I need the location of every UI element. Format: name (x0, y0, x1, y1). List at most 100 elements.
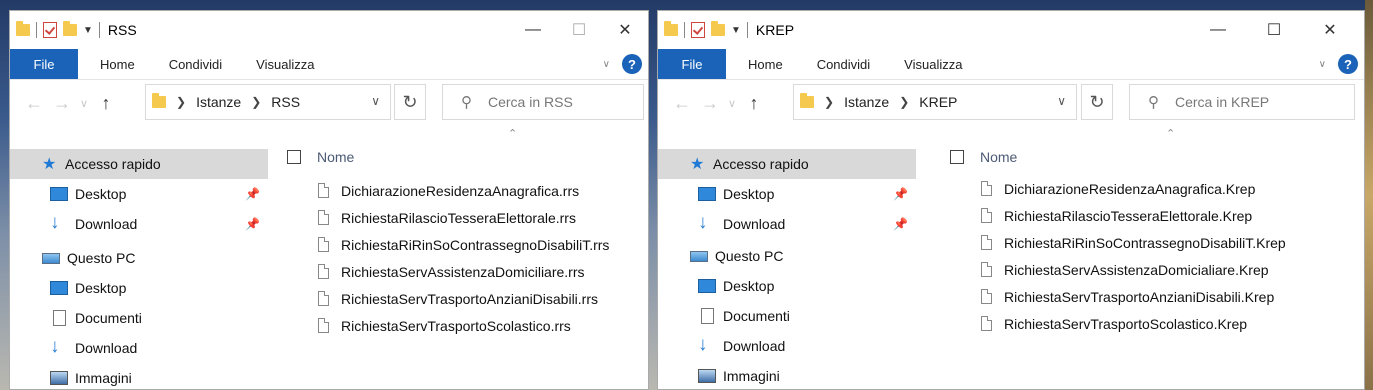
help-icon[interactable]: ? (1338, 54, 1358, 74)
tab-view[interactable]: Visualizza (256, 57, 314, 72)
tab-share[interactable]: Condividi (817, 57, 870, 72)
help-icon[interactable]: ? (622, 54, 642, 74)
refresh-button[interactable]: ↻ (394, 84, 426, 120)
chevron-right-icon: ❯ (176, 95, 187, 109)
nav-quick-access[interactable]: ★ Accesso rapido (10, 149, 268, 179)
refresh-button[interactable]: ↻ (1081, 84, 1113, 120)
recent-locations-icon[interactable]: ∨ (724, 97, 740, 110)
close-button[interactable]: ✕ (1302, 11, 1358, 49)
back-arrow-icon[interactable]: ← (668, 93, 696, 114)
address-bar[interactable]: ❯ Istanze ❯ KREP ∨ (793, 84, 1077, 120)
tab-home[interactable]: Home (748, 57, 783, 72)
expand-ribbon-icon[interactable]: ∨ (603, 59, 610, 70)
file-row[interactable]: RichiestaServTrasportoScolastico.rrs (318, 312, 609, 339)
chevron-down-icon[interactable]: ∨ (1057, 94, 1066, 108)
nav-quick-download[interactable]: Download 📌 (10, 209, 268, 239)
nav-label: Questo PC (715, 248, 784, 264)
select-all-checkbox[interactable] (287, 150, 301, 164)
properties-icon[interactable] (691, 22, 705, 38)
minimize-button[interactable]: — (1190, 11, 1246, 49)
new-folder-icon[interactable] (711, 21, 725, 36)
column-header-name[interactable]: Nome (950, 145, 1017, 169)
up-arrow-icon[interactable]: ↑ (92, 93, 120, 114)
new-folder-icon[interactable] (63, 21, 77, 36)
nav-pc-images[interactable]: Immagini (10, 363, 268, 389)
nav-pc-desktop[interactable]: Desktop (658, 271, 916, 301)
pin-icon[interactable]: 📌 (245, 187, 260, 201)
nav-quick-desktop[interactable]: Desktop 📌 (658, 179, 916, 209)
nav-quick-download[interactable]: Download 📌 (658, 209, 916, 239)
desktop-icon (50, 187, 68, 201)
breadcrumb-istanze[interactable]: Istanze (844, 94, 889, 110)
toolbar-separator (684, 22, 685, 38)
nav-label: Immagini (723, 368, 780, 384)
file-row[interactable]: RichiestaServAssistenzaDomiciliare.rrs (318, 258, 609, 285)
recent-locations-icon[interactable]: ∨ (76, 97, 92, 110)
nav-label: Desktop (723, 278, 775, 294)
address-bar[interactable]: ❯ Istanze ❯ RSS ∨ (145, 84, 391, 120)
nav-pc-images[interactable]: Immagini (658, 361, 916, 389)
maximize-button[interactable]: ☐ (1246, 11, 1302, 49)
search-icon: ⚲ (461, 94, 472, 111)
breadcrumb-current[interactable]: RSS (271, 94, 300, 110)
nav-pc-documents[interactable]: Documenti (658, 301, 916, 331)
pin-icon[interactable]: 📌 (893, 187, 908, 201)
file-row[interactable]: RichiestaRilascioTesseraElettorale.rrs (318, 204, 609, 231)
file-row[interactable]: DichiarazioneResidenzaAnagrafica.rrs (318, 177, 609, 204)
file-row[interactable]: RichiestaServAssistenzaDomicialiare.Krep (981, 256, 1286, 283)
nav-quick-access[interactable]: ★ Accesso rapido (658, 149, 916, 179)
file-row[interactable]: DichiarazioneResidenzaAnagrafica.Krep (981, 175, 1286, 202)
nav-pc-download[interactable]: Download (10, 333, 268, 363)
nav-this-pc[interactable]: Questo PC (658, 241, 916, 271)
column-header-name[interactable]: Nome (287, 145, 354, 169)
navigation-pane: ★ Accesso rapido Desktop 📌 Download 📌 Qu… (10, 149, 268, 389)
maximize-button[interactable]: ☐ (556, 11, 602, 49)
tab-file[interactable]: File (10, 49, 78, 79)
pin-icon[interactable]: 📌 (245, 217, 260, 231)
customize-toolbar-icon[interactable]: ▼ (731, 25, 741, 36)
file-row[interactable]: RichiestaRiRinSoContrassegnoDisabiliT.rr… (318, 231, 609, 258)
nav-label: Download (723, 338, 786, 354)
forward-arrow-icon[interactable]: → (696, 93, 724, 114)
file-icon (981, 262, 992, 277)
up-arrow-icon[interactable]: ↑ (740, 93, 768, 114)
file-row[interactable]: RichiestaRilascioTesseraElettorale.Krep (981, 202, 1286, 229)
folder-icon (664, 21, 678, 36)
tab-file[interactable]: File (658, 49, 726, 79)
forward-arrow-icon[interactable]: → (48, 93, 76, 114)
nav-this-pc[interactable]: Questo PC (10, 243, 268, 273)
chevron-right-icon[interactable]: ❯ (899, 95, 909, 109)
nav-pc-desktop[interactable]: Desktop (10, 273, 268, 303)
close-button[interactable]: ✕ (602, 11, 648, 49)
file-icon (318, 237, 329, 252)
nav-pc-download[interactable]: Download (658, 331, 916, 361)
title-bar: ▼ RSS — ☐ ✕ (10, 11, 648, 49)
tab-home[interactable]: Home (100, 57, 135, 72)
properties-icon[interactable] (43, 22, 57, 38)
search-input[interactable]: ⚲ Cerca in RSS (442, 84, 644, 120)
select-all-checkbox[interactable] (950, 150, 964, 164)
nav-pc-documents[interactable]: Documenti (10, 303, 268, 333)
breadcrumb-current[interactable]: KREP (919, 94, 957, 110)
customize-toolbar-icon[interactable]: ▼ (83, 25, 93, 36)
tab-view[interactable]: Visualizza (904, 57, 962, 72)
file-row[interactable]: RichiestaServTrasportoAnzianiDisabili.rr… (318, 285, 609, 312)
chevron-down-icon[interactable]: ∨ (371, 94, 380, 108)
images-icon (698, 369, 716, 383)
search-input[interactable]: ⚲ Cerca in KREP (1129, 84, 1355, 120)
back-arrow-icon[interactable]: ← (20, 93, 48, 114)
expand-ribbon-icon[interactable]: ∨ (1319, 59, 1326, 70)
chevron-right-icon[interactable]: ❯ (251, 95, 261, 109)
pin-icon[interactable]: 📌 (893, 217, 908, 231)
file-row[interactable]: RichiestaRiRinSoContrassegnoDisabiliT.Kr… (981, 229, 1286, 256)
breadcrumb-istanze[interactable]: Istanze (196, 94, 241, 110)
tab-share[interactable]: Condividi (169, 57, 222, 72)
nav-label: Download (75, 216, 138, 232)
file-name: RichiestaRilascioTesseraElettorale.rrs (341, 209, 576, 226)
nav-quick-desktop[interactable]: Desktop 📌 (10, 179, 268, 209)
minimize-button[interactable]: — (510, 11, 556, 49)
file-row[interactable]: RichiestaServTrasportoAnzianiDisabili.Kr… (981, 283, 1286, 310)
column-label: Nome (317, 149, 355, 165)
window-title: KREP (755, 22, 795, 38)
file-row[interactable]: RichiestaServTrasportoScolastico.Krep (981, 310, 1286, 337)
